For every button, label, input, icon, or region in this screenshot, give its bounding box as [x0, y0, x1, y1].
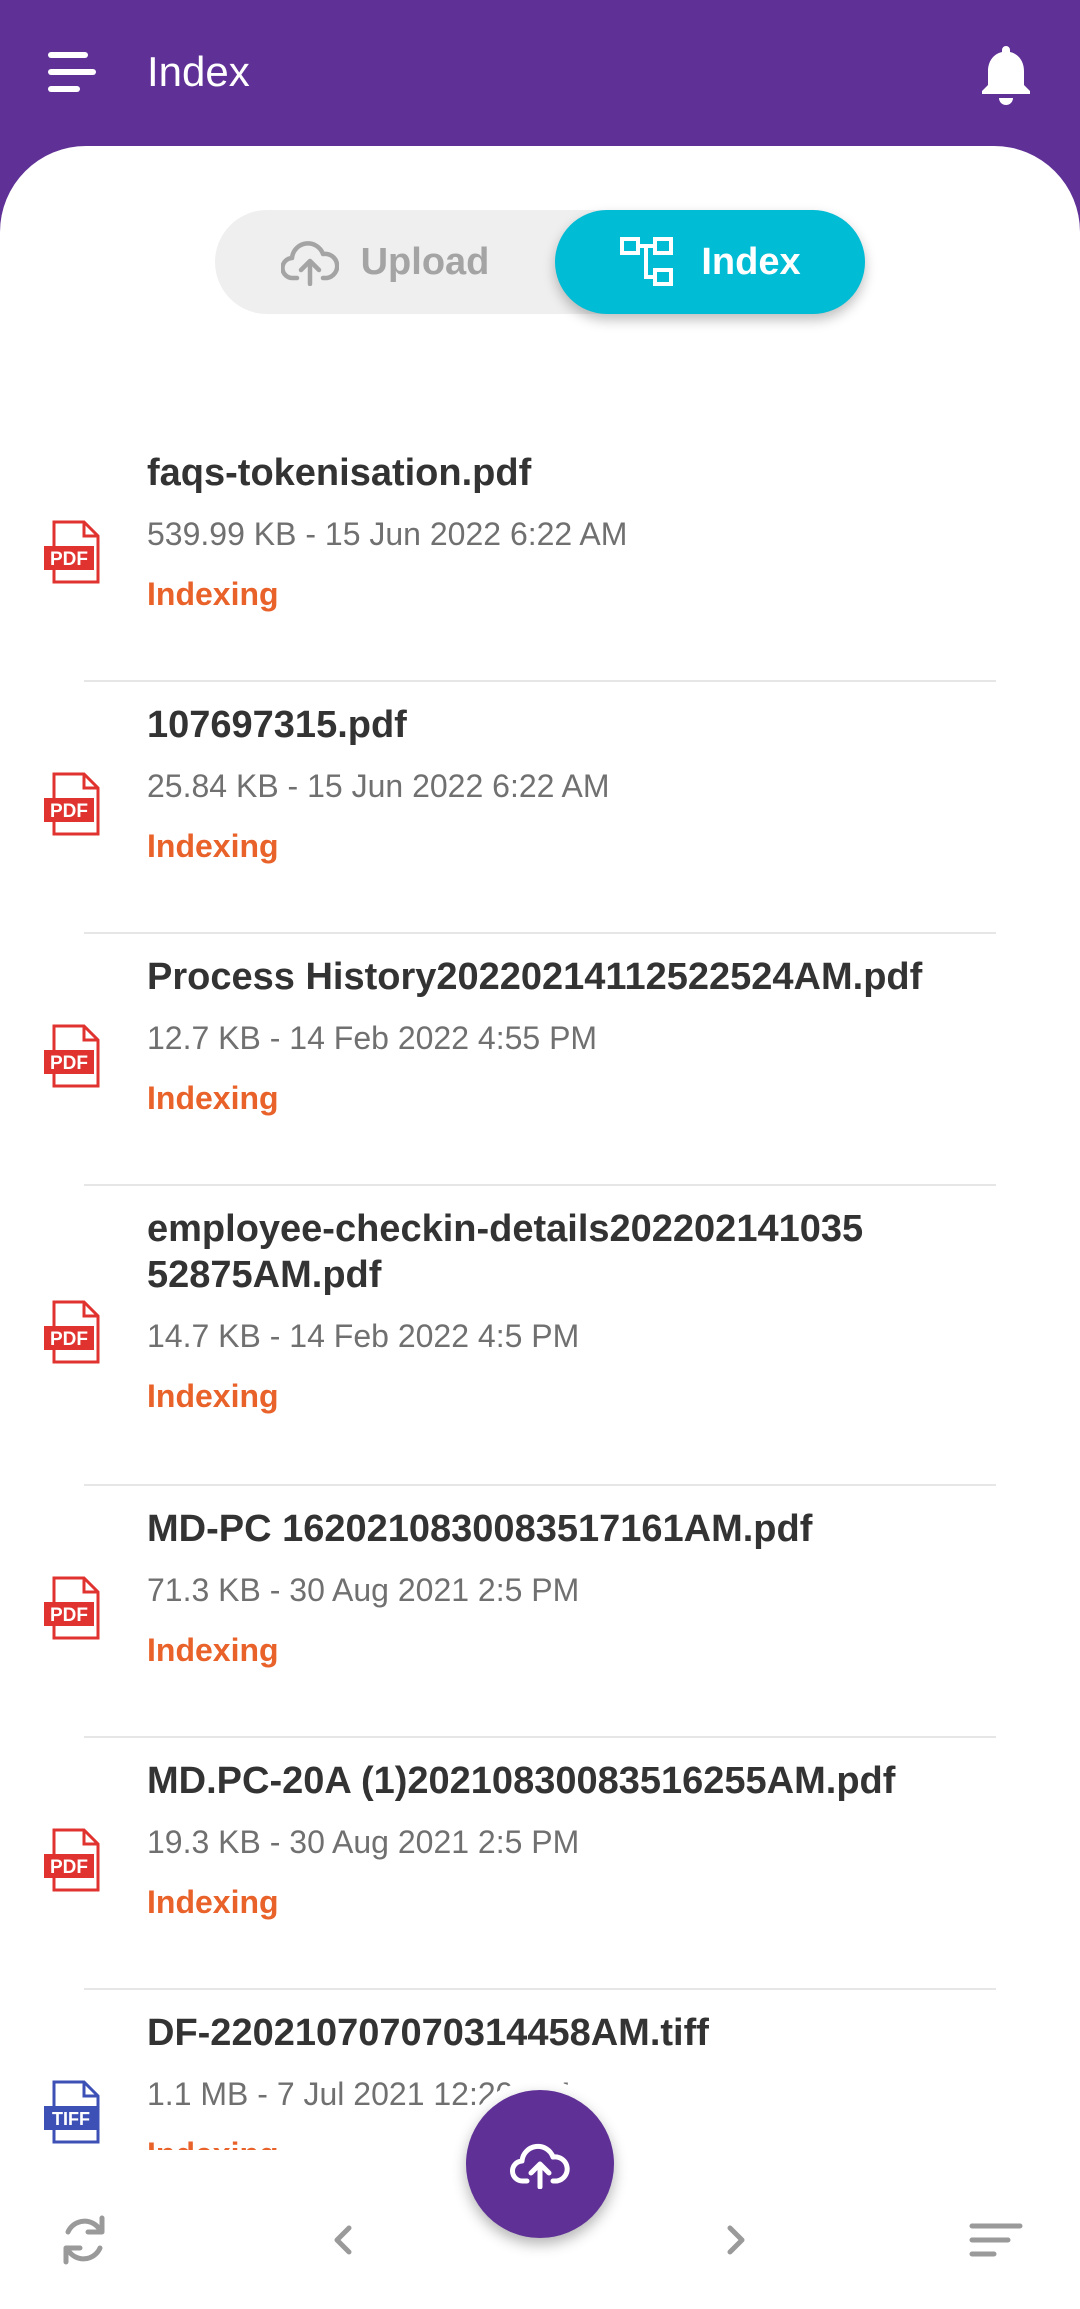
pdf-file-icon: PDF	[44, 1300, 100, 1364]
svg-text:TIFF: TIFF	[52, 2109, 90, 2129]
sort-icon	[969, 2223, 1023, 2257]
file-name: DF-220210707070314458AM.tiff	[147, 2012, 709, 2054]
list-item[interactable]: PDF faqs-tokenisation.pdf 539.99 KB - 15…	[0, 430, 1080, 682]
tab-upload-label: Upload	[360, 240, 490, 283]
tiff-file-icon: TIFF	[44, 2080, 100, 2144]
pdf-file-icon: PDF	[44, 1024, 100, 1088]
file-name: MD.PC-20A (1)20210830083516255AM.pdf	[147, 1760, 896, 1802]
refresh-icon	[63, 2215, 105, 2265]
upload-fab-button[interactable]	[466, 2090, 614, 2238]
page-title: Index	[147, 48, 250, 95]
list-item[interactable]: PDF MD-PC 16202108300835171​61AM.pdf 71.…	[0, 1486, 1080, 1738]
notifications-button[interactable]	[978, 42, 1034, 106]
tab-upload[interactable]: Upload	[215, 210, 555, 314]
file-list: PDF faqs-tokenisation.pdf 539.99 KB - 15…	[0, 430, 1080, 2304]
menu-button[interactable]	[44, 46, 100, 98]
tab-index-label: Index	[701, 240, 801, 283]
pdf-file-icon: PDF	[44, 772, 100, 836]
previous-page-button[interactable]	[313, 2210, 373, 2270]
file-meta: 71.3 KB - 30 Aug 2021 2:5 PM	[147, 1572, 580, 1608]
content-sheet: Upload Index PDF faqs-tokenisation.pdf 5…	[0, 146, 1080, 2309]
sort-button[interactable]	[966, 2210, 1026, 2270]
file-name: Process History20220214112522524AM.pdf	[147, 956, 923, 998]
cloud-upload-icon	[510, 2143, 570, 2189]
svg-text:PDF: PDF	[50, 801, 88, 822]
file-name: 107697315.pdf	[147, 704, 407, 746]
file-meta: 19.3 KB - 30 Aug 2021 2:5 PM	[147, 1824, 580, 1860]
status-text: Indexing	[147, 1632, 279, 1668]
svg-text:PDF: PDF	[50, 1857, 88, 1878]
pdf-file-icon: PDF	[44, 1828, 100, 1892]
refresh-button[interactable]	[54, 2210, 114, 2270]
file-meta: 14.7 KB - 14 Feb 2022 4:5 PM	[147, 1318, 580, 1354]
file-meta: 12.7 KB - 14 Feb 2022 4:55 PM	[147, 1020, 598, 1056]
status-text: Indexing	[147, 828, 279, 864]
pdf-file-icon: PDF	[44, 520, 100, 584]
file-meta: 539.99 KB - 15 Jun 2022 6:22 AM	[147, 516, 628, 552]
svg-text:PDF: PDF	[50, 549, 88, 570]
menu-icon	[48, 52, 88, 58]
tab-index[interactable]: Index	[555, 210, 865, 314]
status-text: Indexing	[147, 1378, 279, 1414]
status-text: Indexing	[147, 576, 279, 612]
index-tree-icon	[620, 237, 674, 286]
app-bar: Index	[0, 0, 1080, 150]
file-name: employee-checkin-details2022021410355287…	[147, 1208, 864, 1296]
list-item[interactable]: PDF MD.PC-20A (1)20210830083516255AM.pdf…	[0, 1738, 1080, 1990]
svg-text:PDF: PDF	[50, 1605, 88, 1626]
list-item[interactable]: PDF 107697315.pdf 25.84 KB - 15 Jun 2022…	[0, 682, 1080, 934]
next-page-button[interactable]	[706, 2210, 766, 2270]
svg-text:PDF: PDF	[50, 1329, 88, 1350]
list-item[interactable]: PDF Process History20220214112522524AM.p…	[0, 934, 1080, 1186]
view-toggle: Upload Index	[215, 210, 865, 314]
status-text: Indexing	[147, 1080, 279, 1116]
svg-text:PDF: PDF	[50, 1053, 88, 1074]
file-name: faqs-tokenisation.pdf	[147, 452, 532, 494]
list-item[interactable]: PDF employee-checkin-details202202141035…	[0, 1186, 1080, 1486]
status-text: Indexing	[147, 1884, 279, 1920]
file-meta: 25.84 KB - 15 Jun 2022 6:22 AM	[147, 768, 610, 804]
cloud-upload-icon	[280, 241, 339, 286]
pdf-file-icon: PDF	[44, 1576, 100, 1640]
chevron-right-icon	[727, 2225, 745, 2255]
file-name: MD-PC 16202108300835171​61AM.pdf	[147, 1508, 813, 1550]
bell-icon	[982, 46, 1030, 105]
chevron-left-icon	[334, 2225, 352, 2255]
